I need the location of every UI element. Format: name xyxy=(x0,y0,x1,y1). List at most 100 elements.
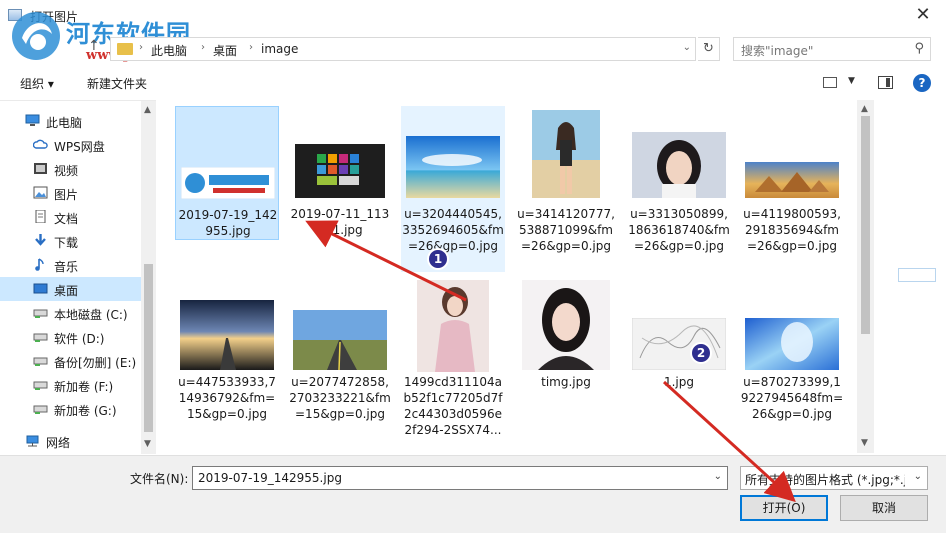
file-thumbnail xyxy=(745,318,839,370)
file-thumbnail xyxy=(632,318,726,370)
file-thumbnail xyxy=(417,280,489,372)
breadcrumb-separator: › xyxy=(201,42,205,53)
sidebar-item-music[interactable]: 音乐 xyxy=(0,253,141,277)
folder-icon xyxy=(117,43,133,55)
scroll-up-icon[interactable]: ▲ xyxy=(861,104,868,114)
file-item[interactable]: 2019-07-11_113201.jpg xyxy=(288,106,392,240)
breadcrumb-this-pc[interactable]: 此电脑 xyxy=(151,42,187,59)
file-grid-scrollbar[interactable]: ▲ ▼ xyxy=(857,100,874,453)
new-folder-button[interactable]: 新建文件夹 xyxy=(87,75,147,92)
file-name: u=4119800593,291835694&fm=26&gp=0.jpg xyxy=(743,207,841,253)
search-input[interactable]: 搜索"image" xyxy=(741,42,813,59)
navigation-bar: ↑ › 此电脑 › 桌面 › image ⌄ ↻ 搜索"image" ⚲ xyxy=(0,34,946,64)
search-icon[interactable]: ⚲ xyxy=(914,41,924,56)
file-item[interactable]: u=870273399,19227945648fm=26&gp=0.jpg xyxy=(740,292,844,452)
chevron-down-icon[interactable]: ⌄ xyxy=(683,42,691,53)
cloud-icon xyxy=(33,139,48,149)
sidebar-item-pictures[interactable]: 图片 xyxy=(0,181,141,205)
filetype-select[interactable]: 所有支持的图片格式 (*.jpg;*.jp ⌄ xyxy=(740,466,928,490)
file-item[interactable]: u=3313050899,1863618740&fm=26&gp=0.jpg xyxy=(627,106,731,272)
sidebar-item-drive-f[interactable]: 新加卷 (F:) xyxy=(0,373,141,397)
sidebar-item-drive-g[interactable]: 新加卷 (G:) xyxy=(0,397,141,421)
file-item[interactable]: u=4119800593,291835694&fm=26&gp=0.jpg xyxy=(740,106,844,272)
scroll-up-icon[interactable]: ▲ xyxy=(144,105,151,115)
drive-icon xyxy=(33,357,48,366)
sidebar-item-drive-e[interactable]: 备份[勿删] (E:) xyxy=(0,349,141,373)
file-item[interactable]: 2019-07-19_142955.jpg xyxy=(175,106,279,240)
file-name: u=447533933,714936792&fm=15&gp=0.jpg xyxy=(178,375,276,421)
file-name: u=3313050899,1863618740&fm=26&gp=0.jpg xyxy=(628,207,730,253)
sidebar-item-label: 新加卷 (F:) xyxy=(54,380,114,394)
breadcrumb-image[interactable]: image xyxy=(261,42,298,56)
sidebar-item-label: WPS网盘 xyxy=(54,140,105,154)
preview-pane-icon[interactable] xyxy=(878,76,893,89)
file-item[interactable]: u=2077472858,2703233221&fm=15&gp=0.jpg xyxy=(288,292,392,452)
breadcrumb-separator: › xyxy=(139,42,143,53)
sidebar-item-drive-c[interactable]: 本地磁盘 (C:) xyxy=(0,301,141,325)
up-arrow-icon[interactable]: ↑ xyxy=(88,38,104,56)
pc-icon xyxy=(25,114,40,126)
chevron-down-icon[interactable]: ⌄ xyxy=(914,471,922,482)
sidebar-scrollbar[interactable]: ▲ ▼ xyxy=(141,101,156,454)
music-icon xyxy=(35,258,44,271)
file-name: 1.jpg xyxy=(663,375,695,389)
toolbar: 组织 ▾ 新建文件夹 ▼ ? xyxy=(0,68,946,98)
file-name: 1499cd311104ab52f1c77205d7f2c44303d0596e… xyxy=(403,375,503,437)
cancel-button[interactable]: 取消 xyxy=(840,495,928,521)
scroll-down-icon[interactable]: ▼ xyxy=(861,438,868,448)
file-thumbnail xyxy=(522,280,610,370)
sidebar-item-label: 本地磁盘 (C:) xyxy=(54,308,128,322)
sidebar-item-label: 网络 xyxy=(46,436,71,450)
scroll-down-icon[interactable]: ▼ xyxy=(144,439,151,449)
sidebar-item-network[interactable]: 网络 xyxy=(0,429,141,453)
file-item[interactable]: u=3204440545,3352694605&fm=26&gp=0.jpg xyxy=(401,106,505,272)
file-thumbnail xyxy=(745,162,839,198)
file-name: u=3414120777,538871099&fm=26&gp=0.jpg xyxy=(517,207,615,253)
chevron-down-icon[interactable]: ▼ xyxy=(848,76,855,86)
video-icon xyxy=(34,163,47,174)
filename-value[interactable]: 2019-07-19_142955.jpg xyxy=(198,471,342,485)
filename-label: 文件名(N): xyxy=(130,472,189,486)
drive-icon xyxy=(33,405,48,414)
sidebar-item-label: 桌面 xyxy=(54,284,79,298)
sidebar-item-drive-d[interactable]: 软件 (D:) xyxy=(0,325,141,349)
chevron-down-icon[interactable]: ⌄ xyxy=(714,471,722,482)
sidebar-item-label: 此电脑 xyxy=(46,116,83,130)
scrollbar-thumb[interactable] xyxy=(861,116,870,334)
sidebar-item-label: 备份[勿删] (E:) xyxy=(54,356,137,370)
annotation-badge-1: 1 xyxy=(427,248,449,270)
help-icon[interactable]: ? xyxy=(913,74,931,92)
watermark-mini-logo-icon xyxy=(898,268,936,282)
scrollbar-thumb[interactable] xyxy=(144,264,153,432)
file-thumbnail xyxy=(632,132,726,198)
sidebar-item-videos[interactable]: 视频 xyxy=(0,157,141,181)
filetype-value: 所有支持的图片格式 (*.jpg;*.jp xyxy=(745,473,905,487)
sidebar-item-documents[interactable]: 文档 xyxy=(0,205,141,229)
address-bar[interactable]: › 此电脑 › 桌面 › image ⌄ xyxy=(110,37,696,61)
navigation-pane: 此电脑 WPS网盘 视频 图片 文档 下载 音乐 桌面 本地磁盘 (C:) 软件… xyxy=(0,100,156,454)
sidebar-item-wps-cloud[interactable]: WPS网盘 xyxy=(0,133,141,157)
close-icon[interactable]: ✕ xyxy=(900,0,946,32)
view-mode-icon[interactable] xyxy=(823,77,837,88)
file-name: 2019-07-11_113201.jpg xyxy=(290,207,390,237)
file-item[interactable]: 1.jpg xyxy=(627,292,731,452)
file-item[interactable]: u=3414120777,538871099&fm=26&gp=0.jpg xyxy=(514,106,618,272)
sidebar-item-this-pc[interactable]: 此电脑 xyxy=(0,109,141,133)
breadcrumb-separator: › xyxy=(249,42,253,53)
refresh-icon[interactable]: ↻ xyxy=(698,37,720,61)
filename-field[interactable]: 2019-07-19_142955.jpg ⌄ xyxy=(192,466,728,490)
sidebar-item-desktop[interactable]: 桌面 xyxy=(0,277,141,301)
file-item[interactable]: timg.jpg xyxy=(514,280,618,452)
file-item[interactable]: 1499cd311104ab52f1c77205d7f2c44303d0596e… xyxy=(401,280,505,452)
open-button[interactable]: 打开(O) xyxy=(740,495,828,521)
sidebar-item-downloads[interactable]: 下载 xyxy=(0,229,141,253)
sidebar-item-label: 软件 (D:) xyxy=(54,332,105,346)
breadcrumb-desktop[interactable]: 桌面 xyxy=(213,42,237,59)
organize-button[interactable]: 组织 ▾ xyxy=(20,75,54,92)
file-thumbnail xyxy=(295,144,385,198)
sidebar-item-label: 音乐 xyxy=(54,260,79,274)
file-item[interactable]: u=447533933,714936792&fm=15&gp=0.jpg xyxy=(175,292,279,452)
file-name: timg.jpg xyxy=(541,375,591,389)
dialog-footer: 文件名(N): 2019-07-19_142955.jpg ⌄ 所有支持的图片格… xyxy=(0,455,946,533)
search-box[interactable]: 搜索"image" ⚲ xyxy=(733,37,931,61)
